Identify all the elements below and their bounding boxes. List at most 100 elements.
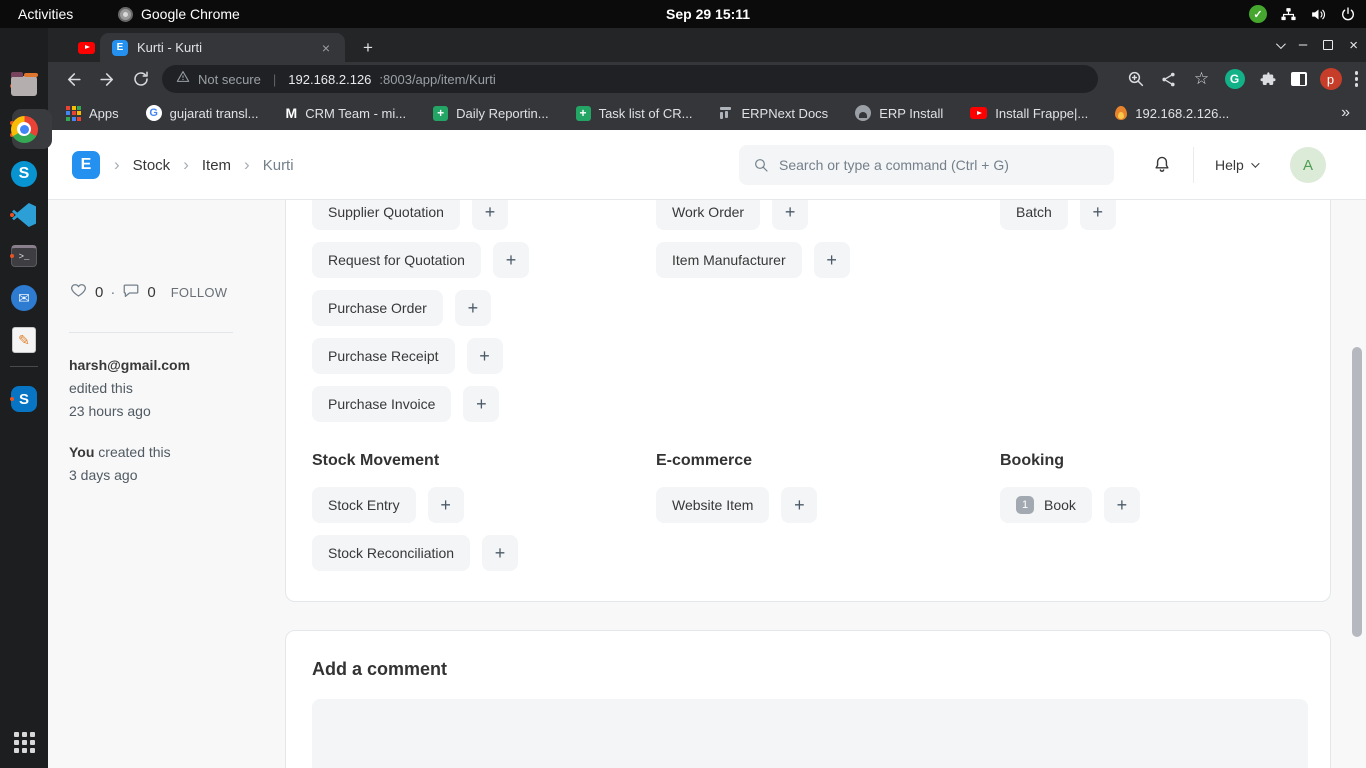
dock-files[interactable] [8,70,40,102]
bookmark-item[interactable]: ERPNext Docs [719,106,828,121]
window-close-button[interactable]: × [1349,37,1358,54]
dock-thunderbird[interactable]: ✉ [8,282,40,314]
forward-button[interactable] [94,66,120,92]
search-input[interactable] [779,157,1100,173]
back-button[interactable] [60,66,86,92]
doc-button-website-item[interactable]: Website Item [656,487,770,523]
doc-button-item-manufacturer[interactable]: Item Manufacturer [656,242,802,278]
bookmark-label: Task list of CR... [598,105,693,121]
comment-count[interactable]: 0 [147,284,155,301]
activity-action: created this [98,444,171,460]
global-search[interactable] [739,145,1114,185]
comment-bubble-icon[interactable] [122,281,140,304]
connection-row: Stock Reconciliation + [312,535,519,571]
notifications-bell-icon[interactable] [1152,154,1172,180]
dot-separator: · [110,284,116,301]
restore-button[interactable] [1323,40,1334,50]
bookmarks-overflow-button[interactable]: » [1341,104,1350,122]
extensions-puzzle-icon[interactable] [1258,69,1278,89]
focused-app-menu[interactable]: Google Chrome [118,0,240,28]
breadcrumb-kurti[interactable]: Kurti [263,157,294,174]
monday-icon: M [285,105,298,121]
dock-skype-alt[interactable]: S [8,383,40,415]
browser-menu-icon[interactable] [1354,71,1358,87]
add-item-manufacturer-button[interactable]: + [813,242,850,278]
clock[interactable]: Sep 29 15:11 [666,0,750,28]
volume-icon[interactable] [1310,6,1327,23]
bookmark-label: ERP Install [879,105,944,121]
browser-profile-avatar[interactable]: p [1319,68,1342,90]
breadcrumb-stock[interactable]: Stock [133,157,171,174]
bookmark-item[interactable]: M CRM Team - mi... [286,105,407,121]
add-stock-reconciliation-button[interactable]: + [482,535,519,571]
comment-input[interactable] [312,699,1308,768]
erpnext-logo[interactable]: E [72,151,100,179]
browser-toolbar: Not secure | 192.168.2.126 :8003/app/ite… [48,62,1366,96]
security-label[interactable]: Not secure [198,72,261,87]
add-stock-entry-button[interactable]: + [427,487,464,523]
bookmark-item[interactable]: ERP Install [855,105,943,121]
zoom-icon[interactable] [1126,69,1146,89]
tab-active[interactable]: E Kurti - Kurti × [100,33,345,62]
reload-button[interactable] [128,66,154,92]
connection-row: Item Manufacturer + [656,242,850,278]
bookmark-apps[interactable]: Apps [66,105,119,121]
network-icon[interactable] [1280,6,1297,23]
add-purchase-receipt-button[interactable]: + [466,338,503,374]
add-website-item-button[interactable]: + [781,487,818,523]
page-scrollbar-thumb[interactable] [1352,347,1362,637]
tray-check-icon[interactable]: ✓ [1249,5,1267,23]
add-request-for-quotation-button[interactable]: + [492,242,529,278]
help-dropdown[interactable]: Help [1215,130,1260,200]
add-purchase-invoice-button[interactable]: + [463,386,500,422]
skype-icon: S [11,161,37,187]
bookmark-item[interactable]: 192.168.2.126... [1115,106,1229,121]
doc-button-book[interactable]: 1 Book [1000,487,1092,523]
dock-chrome[interactable] [8,109,52,149]
power-icon[interactable] [1340,6,1356,22]
doc-button-request-for-quotation[interactable]: Request for Quotation [312,242,481,278]
bookmark-item[interactable]: + Daily Reportin... [433,105,549,121]
show-applications-button[interactable] [8,726,40,758]
chrome-mono-icon [118,6,133,22]
add-purchase-order-button[interactable]: + [454,290,491,326]
doc-button-purchase-invoice[interactable]: Purchase Invoice [312,386,452,422]
doc-button-purchase-order[interactable]: Purchase Order [312,290,443,326]
tab-close-button[interactable]: × [317,39,335,57]
grammarly-extension-icon[interactable]: G [1224,69,1245,89]
follow-button[interactable]: FOLLOW [171,285,228,300]
side-panel-icon[interactable] [1290,72,1307,86]
bookmark-item[interactable]: + Task list of CR... [575,105,693,121]
doc-button-purchase-receipt[interactable]: Purchase Receipt [312,338,455,374]
connection-row: Purchase Receipt + [312,338,503,374]
share-icon[interactable] [1159,69,1179,89]
like-count[interactable]: 0 [95,284,103,301]
bookmark-item[interactable]: Install Frappe|... [970,106,1088,121]
dock-terminal[interactable]: >_ [8,240,40,272]
add-book-button[interactable]: + [1103,487,1140,523]
activities-button[interactable]: Activities [18,0,73,28]
bookmark-label: ERPNext Docs [741,105,829,121]
breadcrumb-item[interactable]: Item [202,157,231,174]
doc-button-stock-reconciliation[interactable]: Stock Reconciliation [312,535,471,571]
dock-skype[interactable]: S [8,158,40,190]
address-bar[interactable]: Not secure | 192.168.2.126 :8003/app/ite… [162,65,1098,93]
bookmark-label: Apps [89,105,119,121]
dock-text-editor[interactable]: ✎ [8,324,40,356]
url-host: 192.168.2.126 [288,71,372,87]
not-secure-icon [176,70,190,88]
tab-search-caret-icon[interactable] [1275,38,1286,49]
heart-icon[interactable] [69,281,88,304]
bookmark-item[interactable]: G gujarati transl... [145,105,259,121]
github-icon [855,105,872,121]
bookmark-star-icon[interactable]: ☆ [1192,69,1212,89]
screen: Activities Google Chrome Sep 29 15:11 ✓ … [0,0,1366,768]
doc-button-stock-entry[interactable]: Stock Entry [312,487,416,523]
user-avatar[interactable]: A [1290,147,1326,183]
new-tab-button[interactable]: + [356,36,380,60]
dock-vscode[interactable] [8,199,40,231]
minimize-button[interactable]: – [1299,37,1307,52]
tab-title: Kurti - Kurti [137,40,203,55]
omnibox-divider: | [272,71,277,87]
running-dot [10,397,14,401]
